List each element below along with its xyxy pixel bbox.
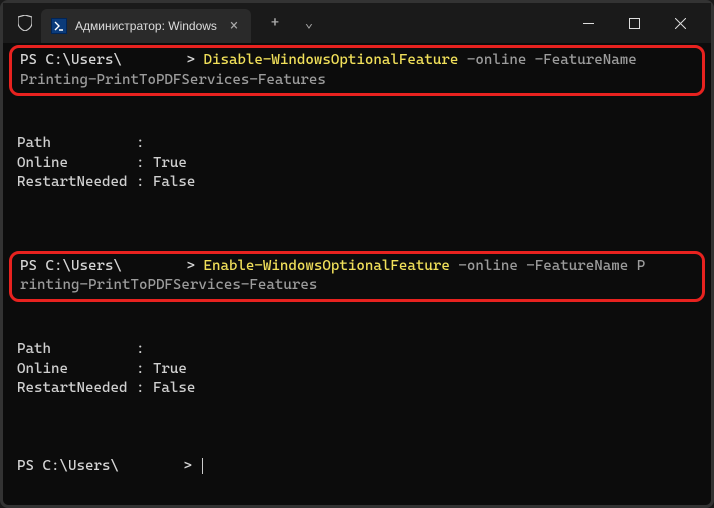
highlighted-command-1: PS C:\Users\ > Disable-WindowsOptionalFe… <box>9 45 705 96</box>
redacted-username <box>122 259 178 273</box>
cursor <box>202 458 203 474</box>
new-tab-button[interactable]: + <box>259 7 291 39</box>
minimize-button[interactable] <box>565 7 611 39</box>
titlebar: Администратор: Windows Po × + ⌄ <box>3 3 711 43</box>
command-name: Enable-WindowsOptionalFeature <box>203 258 449 274</box>
tab-title: Администратор: Windows Po <box>75 19 217 33</box>
output-restart-value: False <box>153 380 195 396</box>
output-restart-label: RestartNeeded : <box>17 380 153 396</box>
tab-close-button[interactable]: × <box>225 18 243 34</box>
tab-dropdown-button[interactable]: ⌄ <box>293 7 325 39</box>
highlighted-command-2: PS C:\Users\ > Enable-WindowsOptionalFea… <box>9 251 705 302</box>
prompt-suffix: > <box>178 52 195 68</box>
maximize-button[interactable] <box>611 7 657 39</box>
tab-actions: + ⌄ <box>259 7 325 39</box>
output-online-value: True <box>153 155 187 171</box>
prompt-prefix: PS C:\Users\ <box>20 52 122 68</box>
output-online-value: True <box>153 361 187 377</box>
prompt-suffix: > <box>175 458 192 474</box>
command-feature-p2: rinting-PrintToPDFServices-Features <box>20 277 317 293</box>
output-online-label: Online : <box>17 361 153 377</box>
window-controls <box>565 7 703 39</box>
current-prompt: PS C:\Users\ > <box>3 457 711 477</box>
output-block-1: Path : Online : True RestartNeeded : Fal… <box>3 134 711 193</box>
prompt-prefix: PS C:\Users\ <box>17 458 119 474</box>
tab-powershell[interactable]: Администратор: Windows Po × <box>41 9 251 43</box>
command-args: -online -FeatureName <box>450 258 637 274</box>
output-path: Path : <box>17 341 144 357</box>
prompt-prefix: PS C:\Users\ <box>20 258 122 274</box>
output-online-label: Online : <box>17 155 153 171</box>
command-name: Disable-WindowsOptionalFeature <box>203 52 458 68</box>
command-feature-p1: P <box>637 258 646 274</box>
powershell-icon <box>51 18 67 34</box>
output-path: Path : <box>17 135 144 151</box>
redacted-username <box>122 53 178 67</box>
uac-shield-icon <box>17 15 33 31</box>
command-feature: Printing-PrintToPDFServices-Features <box>20 72 326 88</box>
prompt-suffix: > <box>178 258 195 274</box>
output-restart-label: RestartNeeded : <box>17 174 153 190</box>
terminal-pane[interactable]: PS C:\Users\ > Disable-WindowsOptionalFe… <box>3 43 711 505</box>
redacted-username <box>119 459 175 473</box>
output-restart-value: False <box>153 174 195 190</box>
close-button[interactable] <box>657 7 703 39</box>
output-block-2: Path : Online : True RestartNeeded : Fal… <box>3 340 711 399</box>
command-args: -online -FeatureName <box>458 52 636 68</box>
